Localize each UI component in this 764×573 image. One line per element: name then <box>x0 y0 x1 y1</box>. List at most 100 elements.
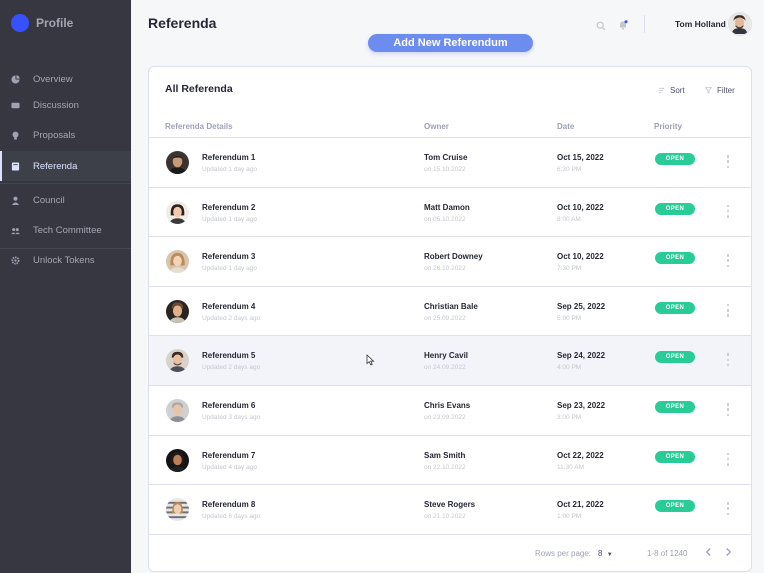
row-owner-date: on 05.10.2022 <box>424 215 466 223</box>
column-header-date[interactable]: Date <box>557 122 574 131</box>
sidebar-divider <box>0 183 131 184</box>
sidebar-item-discussion[interactable]: Discussion <box>0 90 131 120</box>
row-updated: Updated 2 days ago <box>202 314 261 322</box>
sidebar-item-tech-committee[interactable]: Tech Committee <box>0 215 131 245</box>
row-owner: Steve Rogers <box>424 500 476 510</box>
avatar <box>166 399 189 422</box>
row-name[interactable]: Referendum 5 <box>202 351 255 360</box>
status-badge: OPEN <box>655 252 695 265</box>
brand[interactable]: Profile <box>11 14 73 32</box>
row-name[interactable]: Referendum 3 <box>202 252 255 261</box>
more-options-icon[interactable] <box>726 204 730 218</box>
table-row[interactable]: Referendum 1 Updated 1 day ago Tom Cruis… <box>149 138 751 188</box>
page-title: Referenda <box>148 15 217 31</box>
avatar <box>166 299 189 323</box>
user-name[interactable]: Tom Holland <box>675 19 726 29</box>
table-row[interactable]: Referendum 2 Updated 1 day ago Matt Damo… <box>149 188 751 238</box>
row-date: Oct 10, 2022 <box>557 252 604 262</box>
book-icon <box>11 161 20 171</box>
add-new-referendum-button[interactable]: Add New Referendum <box>368 34 533 52</box>
table-row[interactable]: Referendum 8 Updated 6 days ago Steve Ro… <box>149 485 751 535</box>
table-row[interactable]: Referendum 6 Updated 3 days ago Chris Ev… <box>149 386 751 436</box>
row-name[interactable]: Referendum 1 <box>202 153 255 162</box>
row-time: 8:00 AM <box>557 215 581 223</box>
row-name[interactable]: Referendum 7 <box>202 451 255 460</box>
sidebar-item-label: Discussion <box>33 99 79 111</box>
table-row[interactable]: Referendum 7 Updated 4 day ago Sam Smith… <box>149 436 751 486</box>
sidebar-item-label: Council <box>33 194 65 206</box>
sidebar: Profile Overview Discussion Proposals Re… <box>0 0 131 573</box>
status-badge: OPEN <box>655 401 695 413</box>
row-owner-date: on 24.09.2022 <box>424 364 466 372</box>
table-row[interactable]: Referendum 3 Updated 1 day ago Robert Do… <box>149 237 751 287</box>
row-date: Sep 24, 2022 <box>557 351 606 361</box>
row-date: Oct 22, 2022 <box>557 450 604 460</box>
filter-label: Filter <box>717 86 735 95</box>
row-updated: Updated 2 days ago <box>202 364 261 372</box>
mouse-pointer-icon <box>366 354 375 366</box>
row-date: Oct 10, 2022 <box>557 202 604 212</box>
ticket-icon <box>11 101 20 110</box>
avatar <box>166 151 189 174</box>
sidebar-item-council[interactable]: Council <box>0 185 131 215</box>
referenda-card: All Referenda Sort Filter Referenda Deta… <box>148 66 752 572</box>
more-options-icon[interactable] <box>726 403 730 416</box>
sidebar-item-unlock-tokens[interactable]: Unlock Tokens <box>0 245 131 275</box>
row-owner: Chris Evans <box>424 401 471 410</box>
status-badge: OPEN <box>655 301 695 314</box>
more-options-icon[interactable] <box>726 452 730 466</box>
row-owner-date: on 22.10.2022 <box>424 463 466 471</box>
more-options-icon[interactable] <box>726 502 730 516</box>
row-owner-date: on 15.10.2022 <box>424 166 466 173</box>
more-options-icon[interactable] <box>726 303 730 317</box>
row-name[interactable]: Referendum 8 <box>202 500 255 509</box>
sort-label: Sort <box>670 86 685 95</box>
row-name[interactable]: Referendum 6 <box>202 401 255 410</box>
user-avatar[interactable] <box>728 12 752 36</box>
row-owner: Christian Bale <box>424 301 478 311</box>
sort-button[interactable]: Sort <box>658 86 685 95</box>
status-badge: OPEN <box>655 450 695 463</box>
row-owner: Matt Damon <box>424 202 470 212</box>
gear-icon <box>11 255 20 265</box>
lightbulb-icon <box>11 131 20 140</box>
search-icon[interactable] <box>596 18 606 31</box>
sidebar-item-referenda[interactable]: Referenda <box>0 151 131 181</box>
sidebar-item-label: Tech Committee <box>33 224 102 236</box>
next-page-button[interactable] <box>725 547 732 559</box>
sidebar-item-label: Proposals <box>33 129 76 141</box>
more-options-icon[interactable] <box>726 155 730 168</box>
filter-button[interactable]: Filter <box>705 86 735 95</box>
row-owner-date: on 23.09.2022 <box>424 414 466 421</box>
row-name[interactable]: Referendum 2 <box>202 203 255 212</box>
pagination-range: 1-8 of 1240 <box>647 549 688 558</box>
row-date: Sep 23, 2022 <box>557 401 606 410</box>
sidebar-item-label: Referenda <box>33 160 78 172</box>
rows-per-page-label: Rows per page: <box>535 549 592 558</box>
row-updated: Updated 4 day ago <box>202 463 257 471</box>
column-header-details[interactable]: Referenda Details <box>165 122 233 131</box>
row-name[interactable]: Referendum 4 <box>202 302 255 311</box>
column-header-owner[interactable]: Owner <box>424 122 449 131</box>
avatar <box>166 498 189 522</box>
row-date: Oct 21, 2022 <box>557 500 604 510</box>
row-time: 4:00 PM <box>557 364 582 372</box>
table-row[interactable]: Referendum 4 Updated 2 days ago Christia… <box>149 287 751 337</box>
row-owner-date: on 21.10.2022 <box>424 513 466 521</box>
rows-per-page-select[interactable]: 8 ▼ <box>598 549 613 558</box>
rows-per-page-value: 8 <box>598 549 603 558</box>
row-time: 7:30 PM <box>557 265 582 273</box>
prev-page-button[interactable] <box>705 547 712 559</box>
table-row[interactable]: Referendum 5 Updated 2 days ago Henry Ca… <box>149 336 751 386</box>
group-icon <box>11 226 20 235</box>
more-options-icon[interactable] <box>726 353 730 367</box>
bell-icon[interactable] <box>618 17 628 30</box>
person-icon <box>11 196 20 205</box>
more-options-icon[interactable] <box>726 254 730 268</box>
sidebar-item-proposals[interactable]: Proposals <box>0 120 131 150</box>
avatar <box>166 349 189 373</box>
row-owner: Sam Smith <box>424 450 466 460</box>
row-time: 3:00 PM <box>557 414 582 421</box>
column-header-priority[interactable]: Priority <box>654 122 682 131</box>
row-updated: Updated 1 day ago <box>202 265 257 273</box>
